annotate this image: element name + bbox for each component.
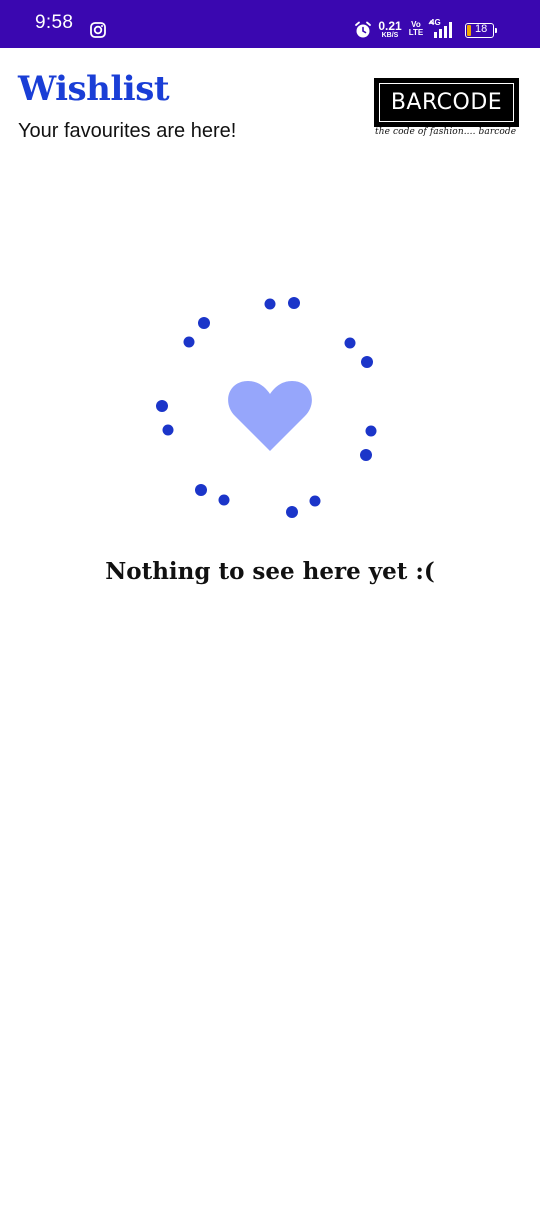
ring-dot	[288, 297, 300, 309]
ring-dot	[365, 425, 377, 437]
ring-dot	[195, 484, 207, 496]
instagram-icon	[90, 22, 106, 38]
ring-dot	[264, 298, 276, 310]
ring-dot	[218, 494, 230, 506]
signal-bars-icon	[428, 19, 458, 43]
heart-icon	[228, 381, 312, 451]
ring-dot	[344, 337, 356, 349]
status-bar: 9:58 0.21 KB/S Vo LTE 4G 18	[0, 0, 540, 48]
ring-dot	[360, 449, 372, 461]
brand-tagline: the code of fashion.... barcode	[375, 127, 517, 137]
ring-dot	[309, 495, 321, 507]
network-speed-value: 0.21	[378, 19, 402, 33]
network-speed: 0.21 KB/S	[378, 20, 402, 39]
ring-dot	[156, 400, 168, 412]
battery-level-fill	[467, 25, 471, 36]
page-subtitle: Your favourites are here!	[18, 120, 237, 142]
network-speed-unit: KB/S	[381, 32, 399, 39]
ring-dot	[162, 424, 174, 436]
ring-dot	[286, 506, 298, 518]
battery-icon: 18	[465, 23, 497, 38]
ring-dot	[198, 317, 210, 329]
status-time: 9:58	[35, 12, 74, 33]
page-title: Wishlist	[18, 69, 170, 109]
empty-state-message: Nothing to see here yet :(	[105, 558, 435, 585]
empty-wishlist-animation	[140, 280, 400, 540]
ring-dot	[361, 356, 373, 368]
brand-logo-text: BARCODE	[390, 90, 503, 115]
ring-dot	[183, 336, 195, 348]
volte-bottom: LTE	[408, 28, 424, 37]
alarm-clock-icon	[354, 21, 372, 43]
volte-indicator: Vo LTE	[408, 21, 424, 37]
brand-logo-box: BARCODE	[374, 78, 519, 127]
battery-level-text: 18	[475, 23, 488, 35]
brand-logo: BARCODE the code of fashion.... barcode	[374, 78, 519, 139]
